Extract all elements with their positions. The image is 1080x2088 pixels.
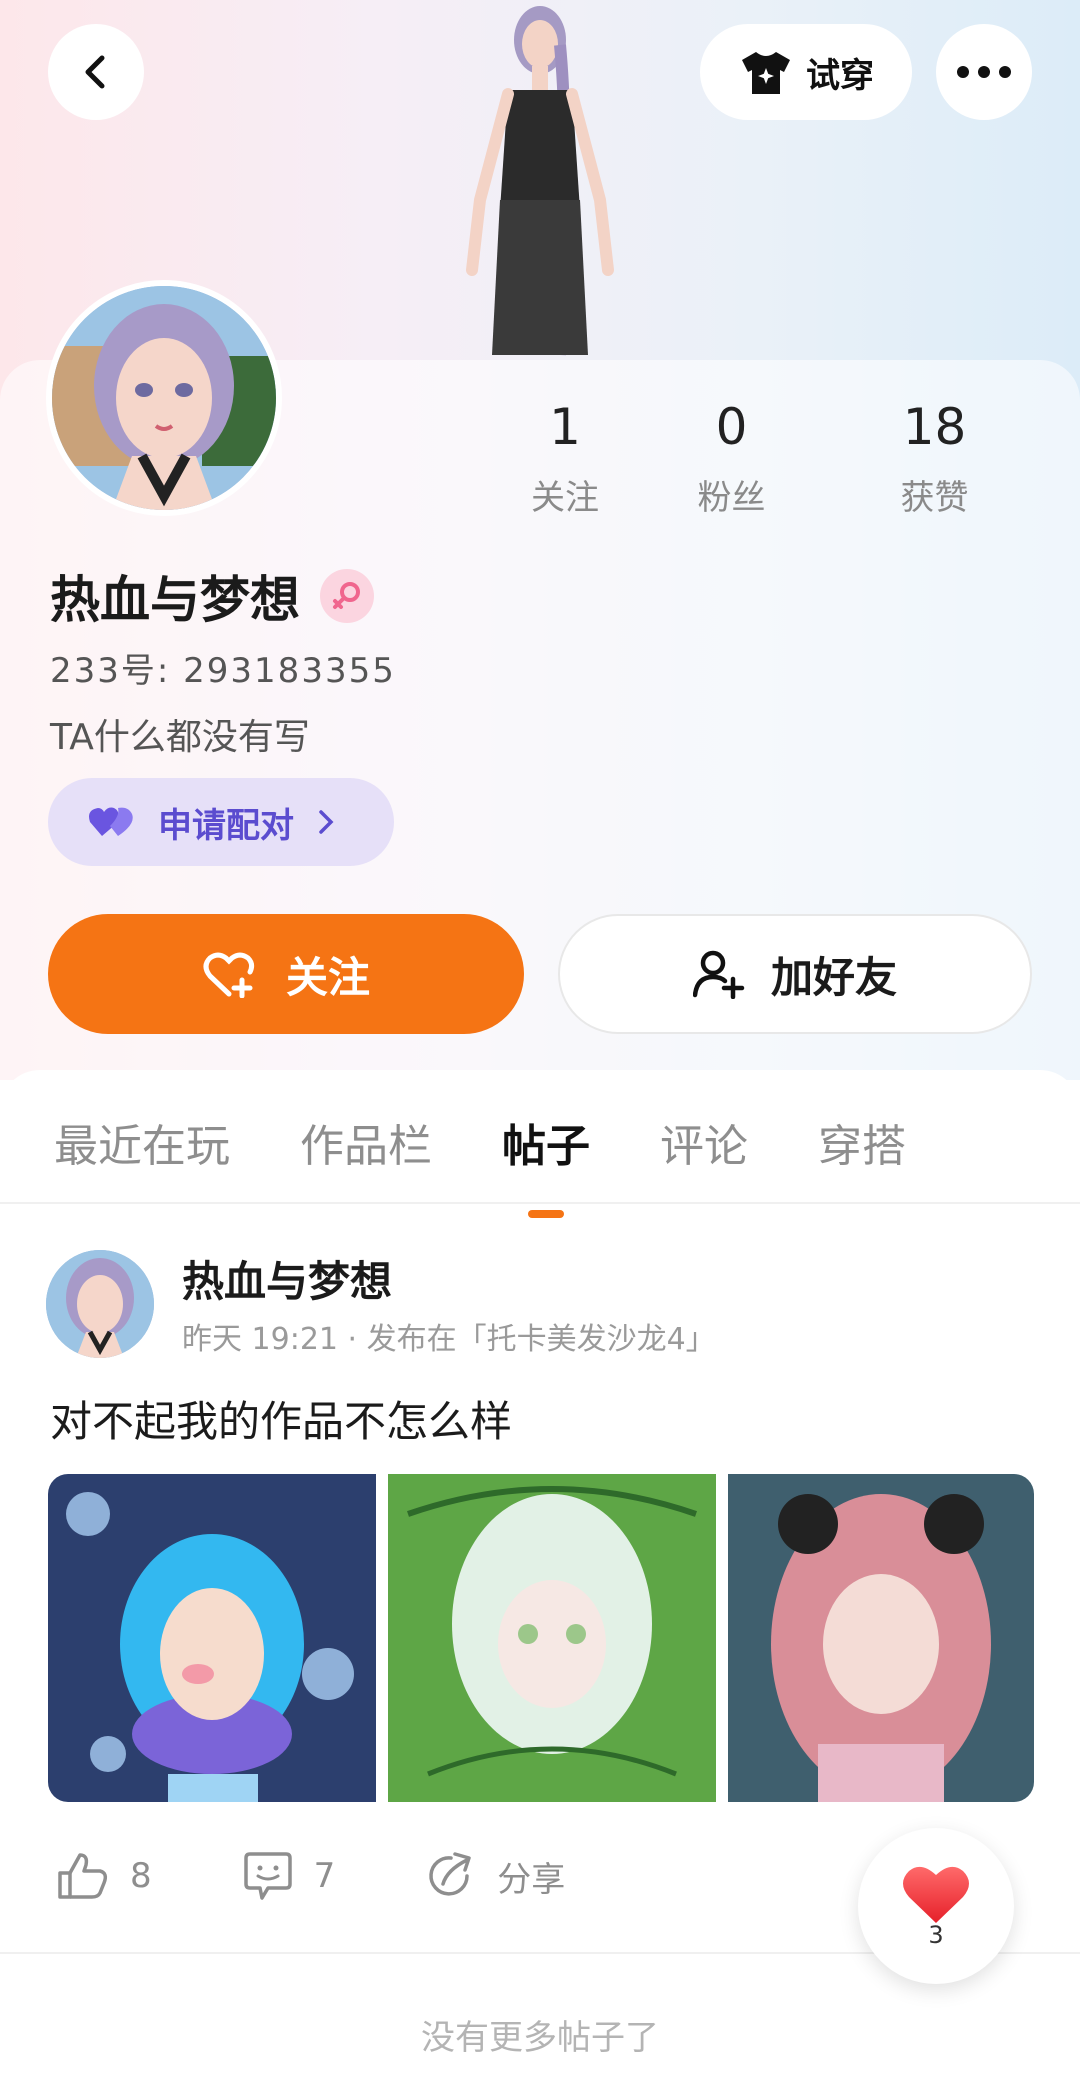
chevron-right-icon [319,810,334,834]
post-image[interactable] [728,1474,1034,1802]
tab-posts[interactable]: 帖子 [502,1110,590,1218]
heart-icon [903,1866,969,1923]
tab-posts-label: 帖子 [502,1121,590,1172]
stat-fans-label: 粉丝 [697,478,766,518]
tab-comments[interactable]: 评论 [660,1110,748,1174]
post-image[interactable] [48,1474,376,1802]
stat-fans[interactable]: 0 粉丝 [630,398,833,519]
name-row: 热血与梦想 [50,560,374,632]
comment-button[interactable]: 7 [242,1850,336,1902]
pair-request-button[interactable]: 申请配对 [48,778,394,866]
stat-likes[interactable]: 18 获赞 [833,398,1036,519]
post-actions: 8 7 分享 [56,1850,655,1902]
follow-button[interactable]: 关注 [48,914,524,1034]
post-text: 对不起我的作品不怎么样 [50,1397,513,1446]
floating-heart-button[interactable]: 3 [858,1828,1014,1984]
active-tab-indicator [528,1210,564,1218]
comment-count: 7 [313,1856,336,1896]
post-image[interactable] [388,1474,716,1802]
stat-likes-label: 获赞 [900,478,969,518]
tabs-divider [0,1202,1080,1204]
like-count: 8 [130,1856,152,1896]
stat-following[interactable]: 1 关注 [500,398,630,519]
stat-following-value: 1 [549,398,581,456]
chevron-left-icon [85,55,105,89]
more-button[interactable] [936,24,1032,120]
profile-stats: 1 关注 0 粉丝 18 获赞 [500,398,1040,519]
thumbs-up-icon [58,1853,108,1899]
user-id: 233号: 293183355 [50,651,396,691]
tab-outfits[interactable]: 穿搭 [818,1110,906,1174]
double-heart-icon [89,807,133,836]
add-user-icon [692,950,745,999]
share-button[interactable]: 分享 [425,1850,565,1902]
female-icon [320,569,374,623]
post-images [48,1474,1034,1802]
user-bio: TA什么都没有写 [50,717,310,758]
post-avatar-image [46,1250,154,1358]
comment-icon [243,1852,292,1900]
tab-recent[interactable]: 最近在玩 [54,1110,230,1174]
profile-name: 热血与梦想 [50,571,300,629]
stat-likes-value: 18 [902,398,967,456]
back-button[interactable] [48,24,144,120]
like-button[interactable]: 8 [56,1851,152,1901]
try-on-button[interactable]: 试穿 [700,24,912,120]
avatar[interactable] [46,280,282,516]
share-label: 分享 [497,1859,566,1900]
tab-works[interactable]: 作品栏 [300,1110,432,1174]
more-dots-icon [957,66,1011,78]
post-author-avatar[interactable] [46,1250,154,1358]
stat-fans-value: 0 [715,398,748,456]
avatar-image [52,286,276,510]
stat-following-label: 关注 [531,478,599,518]
character-figure [466,6,614,356]
share-icon [429,1852,472,1896]
try-on-label: 试穿 [806,55,874,96]
add-friend-button[interactable]: 加好友 [558,914,1032,1034]
heart-plus-icon [203,952,255,998]
profile-tabs: 最近在玩 作品栏 帖子 评论 穿搭 [54,1110,906,1218]
post-author-name[interactable]: 热血与梦想 [182,1248,392,1309]
no-more-posts: 没有更多帖子了 [421,2018,659,2058]
add-friend-label: 加好友 [770,952,897,1002]
heart-count: 3 [928,1921,944,1949]
follow-label: 关注 [285,952,370,1002]
pair-request-label: 申请配对 [158,805,294,846]
post-meta: 昨天 19:21 · 发布在「托卡美发沙龙4」 [182,1322,716,1357]
shirt-icon [742,52,790,94]
